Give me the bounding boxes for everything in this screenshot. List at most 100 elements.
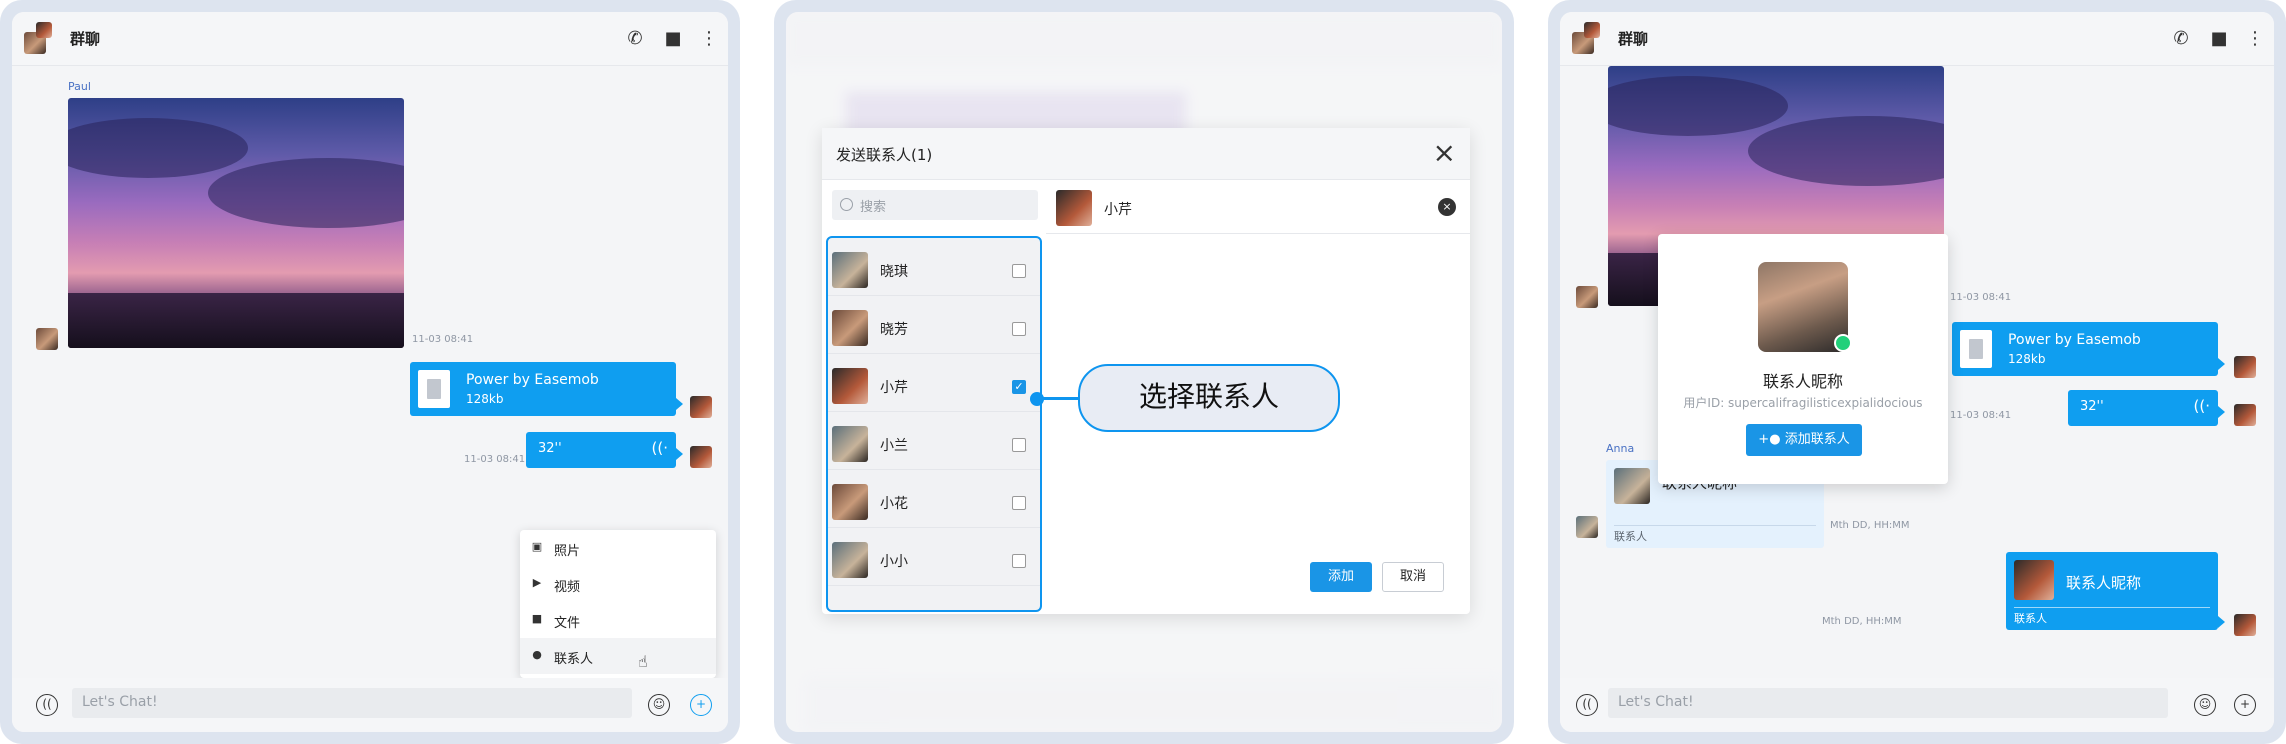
voice-input-icon[interactable]: (( bbox=[36, 694, 58, 716]
plus-icon[interactable]: + bbox=[690, 694, 712, 716]
avatar bbox=[1576, 286, 1598, 308]
avatar bbox=[36, 328, 58, 350]
more-icon[interactable]: ⋮ bbox=[696, 26, 722, 52]
avatar bbox=[2234, 614, 2256, 636]
avatar bbox=[1614, 468, 1650, 504]
checkbox[interactable] bbox=[1012, 322, 1026, 336]
list-item[interactable]: 小小 bbox=[828, 528, 1040, 586]
file-icon bbox=[418, 370, 450, 408]
file-name: Power by Easemob bbox=[2008, 332, 2141, 348]
search-input[interactable]: 搜索 bbox=[832, 190, 1038, 220]
sent-contact-message[interactable]: 联系人昵称 联系人 bbox=[2006, 552, 2218, 630]
hand-cursor-icon: ☝ bbox=[638, 652, 648, 671]
avatar bbox=[2014, 560, 2054, 600]
close-icon[interactable]: × bbox=[1433, 136, 1456, 169]
checkbox[interactable] bbox=[1012, 438, 1026, 452]
file-name: Power by Easemob bbox=[466, 372, 599, 388]
sent-contact-name: 联系人昵称 bbox=[2066, 574, 2142, 592]
contact-profile-card: 联系人昵称 用户ID: supercalifragilisticexpialid… bbox=[1658, 234, 1948, 484]
voice-timestamp: 11-03 08:41 bbox=[1950, 410, 2012, 421]
voice-input-icon[interactable]: (( bbox=[1576, 694, 1598, 716]
more-icon[interactable]: ⋮ bbox=[2242, 26, 2268, 52]
chat-screen: 群聊 ✆ ■ ⋮ 11-03 08:41 Power by Easemob 12… bbox=[1560, 12, 2274, 732]
callout-label: 选择联系人 bbox=[1078, 364, 1340, 432]
remove-icon[interactable]: × bbox=[1438, 198, 1456, 216]
add-person-icon: +● bbox=[1758, 432, 1781, 447]
file-message[interactable]: Power by Easemob 128kb bbox=[410, 362, 676, 416]
list-item[interactable]: 晓琪 bbox=[828, 238, 1040, 296]
voice-wave-icon: ((· bbox=[2193, 397, 2210, 415]
selected-contact: 小芹 × bbox=[1046, 180, 1470, 234]
cancel-button[interactable]: 取消 bbox=[1382, 562, 1444, 592]
avatar bbox=[690, 446, 712, 468]
panel-select-contact: 发送联系人(1) × 搜索 小芹 × 晓琪 晓芳 小芹 ✓ 小兰 小花 小小 添… bbox=[774, 0, 1514, 744]
avatar bbox=[832, 426, 868, 462]
chat-title: 群聊 bbox=[1618, 30, 1649, 48]
person-icon: ● bbox=[532, 648, 542, 661]
list-item[interactable]: 小兰 bbox=[828, 412, 1040, 470]
add-button[interactable]: 添加 bbox=[1310, 562, 1372, 592]
plus-icon[interactable]: + bbox=[2234, 694, 2256, 716]
avatar bbox=[2234, 356, 2256, 378]
group-avatar bbox=[24, 22, 58, 58]
avatar bbox=[832, 252, 868, 288]
menu-item-photo[interactable]: ▣ 照片 bbox=[520, 530, 716, 566]
list-item[interactable]: 小花 bbox=[828, 470, 1040, 528]
video-icon: ▶ bbox=[532, 576, 542, 589]
profile-name: 联系人昵称 bbox=[1762, 372, 1843, 391]
avatar bbox=[832, 484, 868, 520]
voice-wave-icon: ((· bbox=[651, 439, 668, 457]
menu-item-file[interactable]: ■ 文件 bbox=[520, 602, 716, 638]
sent-contact-time: Mth DD, HH:MM bbox=[1822, 616, 1902, 627]
input-bar: (( Let's Chat! ☺ + bbox=[12, 678, 728, 732]
avatar bbox=[832, 542, 868, 578]
voice-duration: 32'' bbox=[538, 441, 562, 456]
phone-icon[interactable]: ✆ bbox=[622, 26, 648, 52]
attachment-menu: ▣ 照片 ▶ 视频 ■ 文件 ● 联系人 bbox=[520, 530, 716, 678]
contact-list: 晓琪 晓芳 小芹 ✓ 小兰 小花 小小 bbox=[826, 236, 1042, 612]
image-timestamp: 11-03 08:41 bbox=[412, 334, 474, 345]
sender-name: Paul bbox=[68, 80, 91, 93]
chat-title: 群聊 bbox=[70, 30, 101, 48]
avatar bbox=[832, 368, 868, 404]
panel-contact-card: 群聊 ✆ ■ ⋮ 11-03 08:41 Power by Easemob 12… bbox=[1548, 0, 2286, 744]
list-item[interactable]: 晓芳 bbox=[828, 296, 1040, 354]
menu-item-video[interactable]: ▶ 视频 bbox=[520, 566, 716, 602]
chat-screen: 群聊 ✆ ■ ⋮ Paul 11-03 08:41 Power by Easem… bbox=[12, 12, 728, 732]
emoji-icon[interactable]: ☺ bbox=[2194, 694, 2216, 716]
callout-line bbox=[1040, 397, 1080, 400]
profile-user-id: 用户ID: supercalifragilisticexpialidocious bbox=[1683, 396, 1923, 410]
message-input[interactable]: Let's Chat! bbox=[72, 688, 632, 718]
file-icon bbox=[1960, 330, 1992, 368]
voice-duration: 32'' bbox=[2080, 399, 2104, 414]
video-call-icon[interactable]: ■ bbox=[2206, 26, 2232, 52]
menu-item-contact[interactable]: ● 联系人 bbox=[520, 638, 716, 674]
voice-message[interactable]: 32'' ((· bbox=[526, 432, 676, 468]
group-avatar bbox=[1572, 22, 1606, 58]
phone-icon[interactable]: ✆ bbox=[2168, 26, 2194, 52]
search-icon bbox=[840, 198, 853, 211]
selected-contact-name: 小芹 bbox=[1104, 202, 1132, 218]
input-bar: (( Let's Chat! ☺ + bbox=[1560, 678, 2274, 732]
checkbox[interactable] bbox=[1012, 264, 1026, 278]
image-message[interactable] bbox=[68, 98, 404, 348]
avatar bbox=[2234, 404, 2256, 426]
file-message[interactable]: Power by Easemob 128kb bbox=[1952, 322, 2218, 376]
chat-header: 群聊 ✆ ■ ⋮ bbox=[1560, 12, 2274, 66]
list-item[interactable]: 小芹 ✓ bbox=[828, 354, 1040, 412]
video-call-icon[interactable]: ■ bbox=[660, 26, 686, 52]
voice-message[interactable]: 32'' ((· bbox=[2068, 390, 2218, 426]
checkbox-checked[interactable]: ✓ bbox=[1012, 380, 1026, 394]
chat-header: 群聊 ✆ ■ ⋮ bbox=[12, 12, 728, 66]
checkbox[interactable] bbox=[1012, 496, 1026, 510]
message-input[interactable]: Let's Chat! bbox=[1608, 688, 2168, 718]
avatar bbox=[832, 310, 868, 346]
emoji-icon[interactable]: ☺ bbox=[648, 694, 670, 716]
panel-chat-menu: 群聊 ✆ ■ ⋮ Paul 11-03 08:41 Power by Easem… bbox=[0, 0, 740, 744]
add-contact-button[interactable]: +● 添加联系人 bbox=[1746, 424, 1862, 456]
image-timestamp: 11-03 08:41 bbox=[1950, 292, 2012, 303]
folder-icon: ■ bbox=[531, 612, 543, 625]
chat-screen-blurred: 发送联系人(1) × 搜索 小芹 × 晓琪 晓芳 小芹 ✓ 小兰 小花 小小 添… bbox=[786, 12, 1502, 732]
checkbox[interactable] bbox=[1012, 554, 1026, 568]
sent-contact-footer: 联系人 bbox=[2014, 612, 2047, 625]
